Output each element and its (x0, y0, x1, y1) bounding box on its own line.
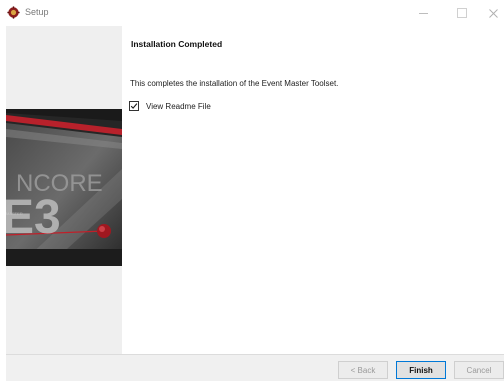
title-bar: Setup (0, 0, 504, 26)
page-title: Installation Completed (131, 39, 223, 49)
banner-caption: MASTER (6, 211, 23, 216)
button-bar: < Back Finish Cancel (6, 354, 504, 381)
back-button[interactable]: < Back (338, 361, 388, 379)
view-readme-checkbox[interactable] (129, 101, 139, 111)
close-icon (488, 8, 498, 18)
encore-banner-image: NCORE E3 MASTER (6, 109, 122, 266)
maximize-icon (457, 8, 467, 18)
close-button[interactable] (483, 4, 503, 22)
minimize-icon (418, 12, 428, 14)
banner-e3-text: E3 (6, 191, 61, 244)
minimize-button[interactable] (413, 4, 433, 22)
checkmark-icon (130, 103, 138, 109)
completion-message: This completes the installation of the E… (130, 79, 339, 88)
maximize-button[interactable] (452, 4, 472, 22)
view-readme-option[interactable]: View Readme File (129, 101, 211, 111)
finish-button[interactable]: Finish (396, 361, 446, 379)
window-title: Setup (25, 7, 49, 17)
cancel-button[interactable]: Cancel (454, 361, 504, 379)
view-readme-label: View Readme File (146, 101, 211, 111)
wizard-side-panel: NCORE E3 MASTER (6, 26, 122, 354)
setup-gear-icon (7, 6, 20, 19)
wizard-content: Installation Completed This completes th… (122, 26, 504, 354)
